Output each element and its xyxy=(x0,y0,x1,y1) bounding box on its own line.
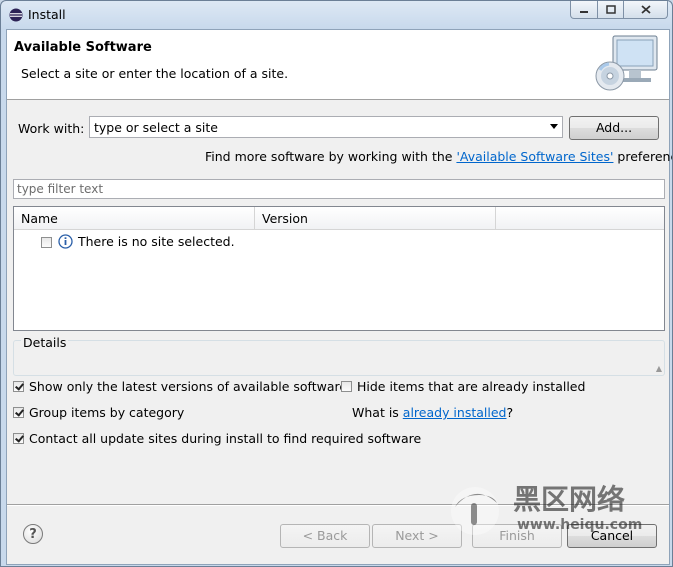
find-more-text: Find more software by working with the '… xyxy=(205,149,672,164)
tree-row-text: There is no site selected. xyxy=(78,234,235,249)
help-button[interactable]: ? xyxy=(23,524,43,544)
eclipse-icon xyxy=(9,8,23,22)
column-version-label: Version xyxy=(262,211,308,226)
maximize-button[interactable] xyxy=(598,1,624,19)
row-checkbox[interactable] xyxy=(41,237,52,248)
column-name-label: Name xyxy=(21,211,58,226)
work-with-value: type or select a site xyxy=(94,120,218,135)
install-monitor-icon xyxy=(595,35,658,91)
show-latest-label[interactable]: Show only the latest versions of availab… xyxy=(29,379,347,394)
find-more-suffix: preferences. xyxy=(617,149,672,164)
work-with-combo[interactable]: type or select a site xyxy=(89,116,563,138)
details-scroll-icon[interactable]: ▲ xyxy=(656,364,662,373)
watermark-url: www.heiqu.com xyxy=(517,517,642,533)
already-installed-link[interactable]: already installed xyxy=(403,405,507,420)
hide-installed-checkbox[interactable] xyxy=(341,381,352,392)
show-latest-checkbox[interactable] xyxy=(13,381,24,392)
what-is-prefix: What is xyxy=(352,405,403,420)
watermark-text: 黑区网络 xyxy=(513,483,625,516)
column-version[interactable]: Version xyxy=(255,207,496,229)
window-title: Install xyxy=(28,7,66,22)
contact-sites-label[interactable]: Contact all update sites during install … xyxy=(29,431,421,446)
column-name[interactable]: Name xyxy=(14,207,255,229)
work-with-label: Work with: xyxy=(18,121,85,136)
what-is-installed-text: What is already installed? xyxy=(352,405,513,420)
minimize-button[interactable] xyxy=(570,1,598,19)
available-sites-link[interactable]: 'Available Software Sites' xyxy=(456,149,613,164)
tree-header: Name Version xyxy=(14,207,664,230)
add-button[interactable]: Add... xyxy=(569,116,659,140)
maximize-icon xyxy=(605,5,616,14)
group-by-category-label[interactable]: Group items by category xyxy=(29,405,184,420)
details-label: Details xyxy=(21,335,69,350)
group-by-category-checkbox[interactable] xyxy=(13,407,24,418)
minimize-icon xyxy=(580,10,588,13)
watermark-logo: 黑区网络 www.heiqu.com xyxy=(451,483,642,535)
header-banner: Available Software Select a site or ente… xyxy=(7,30,669,100)
details-panel: ▲ xyxy=(13,340,665,376)
close-button[interactable] xyxy=(624,1,668,19)
install-window: Install Available Software Select a site… xyxy=(0,0,673,567)
dropdown-arrow-icon[interactable] xyxy=(550,124,558,129)
contact-sites-checkbox[interactable] xyxy=(13,433,24,444)
filter-input[interactable]: type filter text xyxy=(13,179,665,199)
software-tree[interactable]: Name Version There is no site selected. xyxy=(13,206,665,331)
back-button[interactable]: < Back xyxy=(280,524,370,548)
filter-placeholder: type filter text xyxy=(17,182,104,196)
page-title: Available Software xyxy=(14,40,152,55)
close-icon xyxy=(640,5,651,14)
page-subtitle: Select a site or enter the location of a… xyxy=(21,66,289,81)
what-is-suffix: ? xyxy=(506,405,514,420)
help-icon: ? xyxy=(29,527,37,542)
title-bar[interactable]: Install xyxy=(1,1,672,29)
hide-installed-label[interactable]: Hide items that are already installed xyxy=(357,379,585,394)
info-icon xyxy=(58,234,73,249)
find-more-prefix: Find more software by working with the xyxy=(205,149,457,164)
